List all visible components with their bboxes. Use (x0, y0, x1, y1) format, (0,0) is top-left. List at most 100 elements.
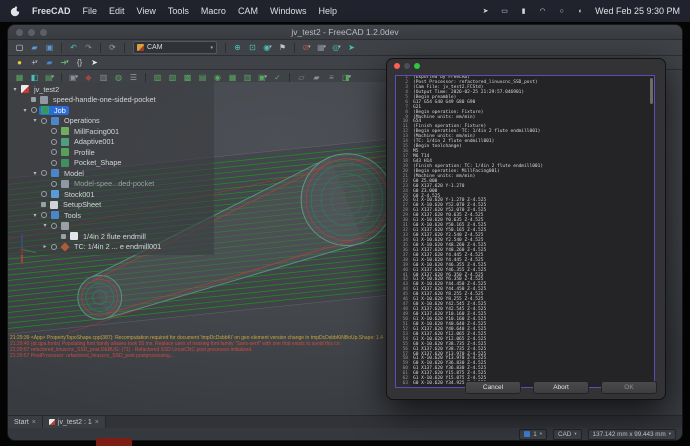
tab-label: Start (14, 419, 29, 426)
macro-button[interactable]: {} (73, 57, 86, 69)
menu-item-view[interactable]: View (137, 6, 156, 16)
tree-row-model[interactable]: ▾Model (8, 168, 214, 179)
view-flag-icon: ⚑ (279, 44, 286, 52)
menu-item-file[interactable]: File (83, 6, 98, 16)
dialog-minimize-button[interactable] (404, 63, 410, 69)
dialog-zoom-button[interactable] (414, 63, 420, 69)
view-count-label: 1 (533, 431, 537, 438)
tree-row-1-4in-2-flute-endmill[interactable]: 1/4in 2 flute endmill (8, 231, 214, 242)
gcode-scrollbar[interactable] (650, 78, 653, 104)
ok-button[interactable]: OK (601, 381, 657, 394)
menu-item-freecad[interactable]: FreeCAD (32, 6, 71, 16)
visibility-icon[interactable] (41, 191, 47, 197)
close-tab-icon[interactable]: × (95, 419, 99, 426)
appearance-button[interactable]: ● (13, 57, 26, 69)
tree-row-speed-handle-one-sided-pocket[interactable]: speed-handle-one-sided-pocket (8, 95, 214, 106)
tree-row-operations[interactable]: ▾Operations (8, 116, 214, 127)
box-zoom-button[interactable]: ◎▾ (330, 42, 343, 54)
menu-item-tools[interactable]: Tools (168, 6, 189, 16)
redo-button[interactable]: ↷ (82, 42, 95, 54)
tree-expand-icon[interactable]: ▸ (41, 243, 49, 250)
apple-menu-icon[interactable] (10, 6, 20, 17)
tree-expand-icon[interactable]: ▾ (41, 222, 49, 229)
tree-row-profile[interactable]: Profile (8, 147, 214, 158)
doc-tab-jv-test2-1[interactable]: jv_test2 : 1× (43, 416, 106, 428)
visibility-icon[interactable] (51, 181, 57, 187)
view-cube-button[interactable]: ▦▾ (315, 42, 328, 54)
menu-item-cam[interactable]: CAM (238, 6, 258, 16)
tree-expand-icon[interactable]: ▾ (11, 86, 19, 93)
menu-item-macro[interactable]: Macro (201, 6, 226, 16)
search-icon[interactable]: ○ (556, 6, 567, 16)
view-standard-button[interactable]: ◉▾ (261, 42, 274, 54)
group-button[interactable]: ▰ (43, 57, 56, 69)
close-tab-icon[interactable]: × (32, 419, 36, 426)
cancel-button[interactable]: Cancel (465, 381, 521, 394)
tree-item-label: TC: 1/4in 2 ... e endmill001 (71, 242, 164, 251)
visibility-icon[interactable] (31, 107, 37, 113)
refresh-button[interactable]: ⟳ (106, 42, 119, 54)
visibility-icon[interactable] (51, 128, 57, 134)
tree-row-adaptive001[interactable]: Adaptive001 (8, 137, 214, 148)
dialog-close-button[interactable] (394, 63, 400, 69)
tree-row-tc-1-4in-2-e-endmill001[interactable]: ▸ TC: 1/4in 2 ... e endmill001 (8, 242, 214, 253)
tree-row-setupsheet[interactable]: SetupSheet (8, 200, 214, 211)
visibility-icon[interactable] (51, 160, 57, 166)
keyboard-icon[interactable]: ▭ (499, 6, 510, 16)
navigation-style-selector[interactable]: CAD ▾ (553, 429, 582, 440)
abort-button[interactable]: Abort (533, 381, 589, 394)
pointer-button[interactable]: ➤ (88, 57, 101, 69)
menu-item-help[interactable]: Help (318, 6, 337, 16)
tree-row-pocket-shape[interactable]: Pocket_Shape (8, 158, 214, 169)
tree-row-jv-test2[interactable]: ▾jv_test2 (8, 84, 214, 95)
airplay-icon[interactable]: ➤ (480, 6, 491, 16)
draw-style-button[interactable]: ⊘▾ (300, 42, 313, 54)
control-center-icon[interactable]: ◐ (575, 6, 586, 16)
view-flag-button[interactable]: ⚑ (276, 42, 289, 54)
dimensions-indicator[interactable]: 137.142 mm x 99.443 mm ▾ (588, 429, 676, 440)
tree-expand-icon[interactable]: ▾ (21, 107, 29, 114)
chevron-down-icon: ▾ (269, 45, 272, 50)
tree-row-tools[interactable]: ▾Tools (8, 210, 214, 221)
zoom-selection-button[interactable]: ⊡ (246, 42, 259, 54)
tree-expand-icon[interactable]: ▾ (31, 117, 39, 124)
gcode-editor[interactable]: 1(Exported by FreeCAD)2(Post Processor: … (395, 75, 655, 388)
tree-row-job[interactable]: ▾Job (8, 105, 214, 116)
tree-item-label: Adaptive001 (71, 137, 118, 146)
tree-expand-icon[interactable]: ▾ (31, 212, 39, 219)
tree-row-model-spee-ded-pocket[interactable]: Model-spee...ded-pocket (8, 179, 214, 190)
visibility-icon[interactable] (51, 149, 57, 155)
macro-icon: {} (77, 59, 82, 67)
visibility-icon[interactable] (51, 244, 57, 250)
view-count-selector[interactable]: 1 ▾ (519, 429, 547, 440)
tree-row-item-13[interactable]: ▾ (8, 221, 214, 232)
visibility-icon[interactable] (41, 118, 47, 124)
wifi-icon[interactable]: ◠ (537, 6, 548, 16)
visibility-icon[interactable] (51, 139, 57, 145)
undo-button[interactable]: ↶ (67, 42, 80, 54)
menu-item-edit[interactable]: Edit (109, 6, 125, 16)
visibility-icon[interactable] (41, 212, 47, 218)
tree-item-label: 1/4in 2 flute endmill (80, 232, 149, 241)
menu-item-windows[interactable]: Windows (270, 6, 307, 16)
tree-expand-icon[interactable]: ▾ (31, 170, 39, 177)
dialog-titlebar[interactable] (387, 59, 665, 73)
tree-row-stock001[interactable]: Stock001 (8, 189, 214, 200)
tree-item-label: speed-handle-one-sided-pocket (50, 95, 159, 104)
placement-button[interactable]: +▾ (28, 57, 41, 69)
new-file-button[interactable]: ▢ (13, 42, 26, 54)
visibility-icon[interactable] (41, 170, 47, 176)
tree-row-millfacing001[interactable]: MillFacing001 (8, 126, 214, 137)
window-titlebar[interactable]: jv_test2 - FreeCAD 1.2.0dev (8, 25, 682, 40)
battery-icon[interactable]: ▮ (518, 6, 529, 16)
open-file-button[interactable]: ▰ (28, 42, 41, 54)
export-button[interactable]: ➜▾ (58, 57, 71, 69)
measure-button[interactable]: ➤ (345, 42, 358, 54)
visibility-icon[interactable] (51, 223, 57, 229)
save-button[interactable]: ▣ (43, 42, 56, 54)
workbench-selector[interactable]: CAM ▾ (133, 41, 217, 54)
menubar-clock[interactable]: Wed Feb 25 9:30 PM (595, 6, 680, 16)
doc-tab-start[interactable]: Start× (8, 416, 43, 428)
zoom-in-button[interactable]: ⊕ (231, 42, 244, 54)
desktop: FreeCAD File Edit View Tools Macro CAM Windows H… (0, 0, 690, 446)
